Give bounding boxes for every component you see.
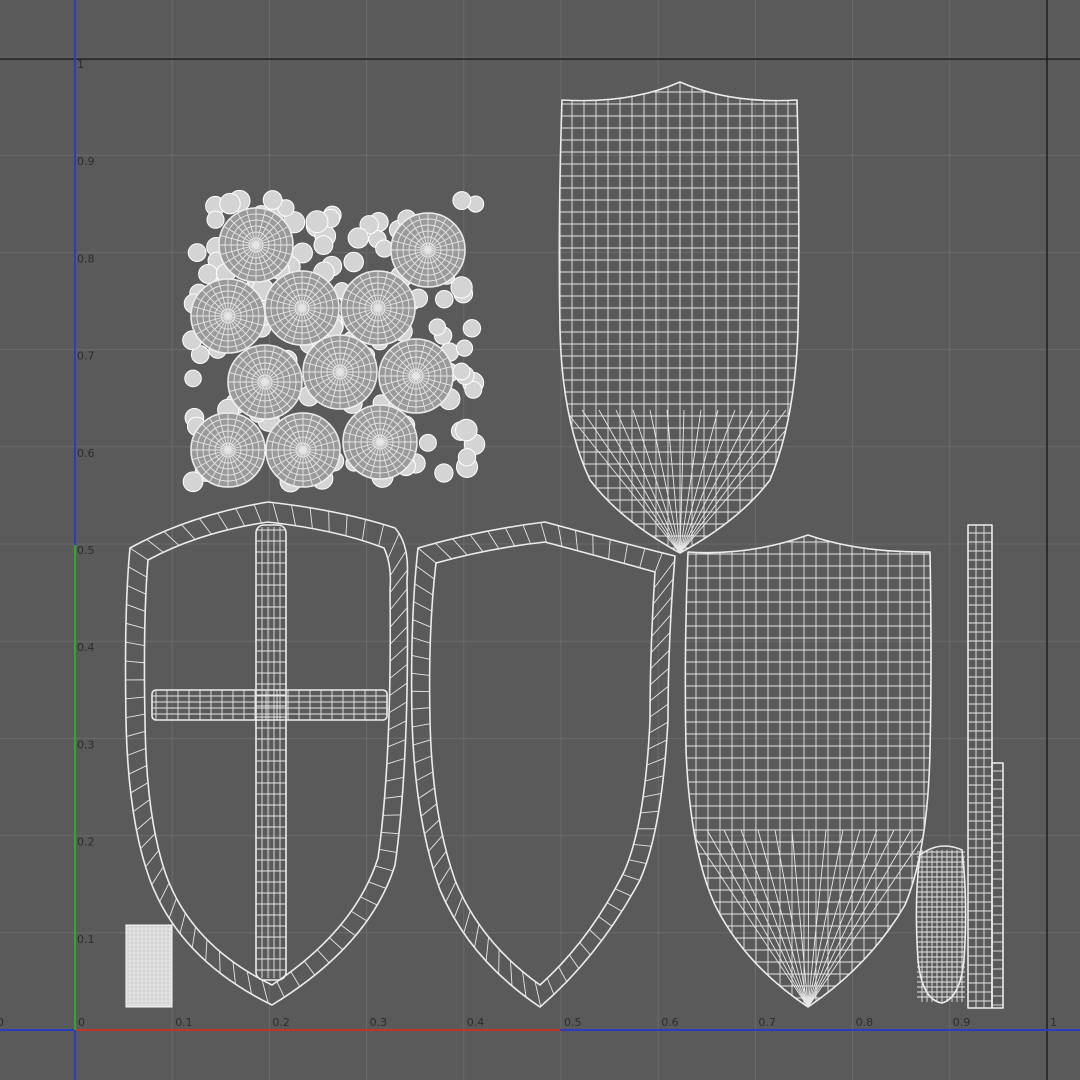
u-tick-label: 0.9 <box>953 1016 971 1029</box>
handle-grid <box>917 850 965 1002</box>
u-tick-label: 1 <box>1050 1016 1057 1029</box>
small-rivet <box>375 239 394 258</box>
u-tick-label: 0.3 <box>370 1016 388 1029</box>
u-tick-label: 0.7 <box>758 1016 776 1029</box>
u-tick-label: 0.5 <box>564 1016 582 1029</box>
small-rivet <box>418 433 437 452</box>
u-tick-label: 0.4 <box>467 1016 485 1029</box>
small-rivet <box>455 339 474 357</box>
large-rivet <box>342 404 418 480</box>
uv-island-shield-back-top[interactable] <box>558 80 803 555</box>
shield-back-bottom-grid <box>685 535 931 1007</box>
uv-islands[interactable] <box>124 80 1004 1010</box>
small-rivet <box>184 369 202 388</box>
uv-boundary-lines <box>0 0 1080 1080</box>
u-tick-label: 0 <box>78 1016 85 1029</box>
small-rivet <box>450 276 473 299</box>
large-rivet <box>302 334 378 410</box>
small-rivet <box>457 448 477 467</box>
u-tick-label: 0.1 <box>175 1016 193 1029</box>
strap-outline <box>967 524 993 1009</box>
v-tick-label: 0.7 <box>77 350 95 363</box>
small-rivet <box>455 418 478 442</box>
v-tick-label: 0.9 <box>77 155 95 168</box>
uv-island-shield-back-bottom[interactable] <box>684 530 934 1010</box>
uv-grid <box>0 0 1080 1080</box>
large-rivet <box>390 212 466 288</box>
v-tick-label: 1 <box>77 58 84 71</box>
small-rivet <box>452 362 471 381</box>
small-rivet <box>187 243 207 262</box>
strap-grid <box>968 525 1003 1008</box>
small-rivet <box>428 318 447 336</box>
large-rivet <box>265 412 341 488</box>
strap-lower-outline <box>991 762 1004 1009</box>
large-rivet <box>227 344 303 420</box>
uv-axes <box>0 0 1080 1080</box>
v-tick-label: 0.2 <box>77 836 95 849</box>
small-rivet <box>262 190 283 210</box>
u-tick-label: 0.6 <box>661 1016 679 1029</box>
v-tick-label: 0.3 <box>77 738 95 751</box>
large-rivet <box>190 278 266 354</box>
v-tick-label: 0.1 <box>77 933 95 946</box>
handle-outline <box>915 845 967 1004</box>
large-rivet <box>218 207 294 283</box>
small-rivet <box>198 263 219 284</box>
u-tick-label: 0.2 <box>272 1016 290 1029</box>
uv-canvas[interactable]: 0 0.1 0.2 0.3 0.4 0.5 0.6 0.7 0.8 0.9 1 0 0.1 0.2 0.3 0… <box>0 0 1080 1080</box>
small-rivet <box>347 227 369 249</box>
v-tick-label: 0.6 <box>77 447 95 460</box>
small-rivet <box>313 235 334 256</box>
uv-island-strap-vertical[interactable] <box>967 524 1004 1009</box>
u-tick-label: 0.8 <box>856 1016 874 1029</box>
small-rivet <box>206 210 225 229</box>
shield-back-top-outline <box>558 81 800 554</box>
uv-island-shield-rim[interactable] <box>410 521 676 1008</box>
small-rivet <box>305 210 329 234</box>
uv-editor-viewport[interactable]: 0 0.1 0.2 0.3 0.4 0.5 0.6 0.7 0.8 0.9 1 0 0.1 0.2 0.3 0… <box>0 0 1080 1080</box>
v-tick-label: 0.4 <box>77 641 95 654</box>
u-tick-label-edge: 0 <box>0 1016 4 1029</box>
small-rivet <box>462 319 482 338</box>
shield-front-inner-outline <box>143 521 392 986</box>
uv-island-small-block[interactable] <box>125 924 173 1008</box>
shield-rim-segments <box>411 522 675 1007</box>
shield-rim-outer-outline <box>410 521 676 1008</box>
small-rivet <box>219 192 241 215</box>
v-tick-label: 0.8 <box>77 252 95 265</box>
large-rivet <box>264 270 340 346</box>
small-rivet <box>435 289 454 309</box>
large-rivet <box>378 338 454 414</box>
small-rivet <box>343 251 364 273</box>
large-rivet <box>190 412 266 488</box>
v-tick-label: 0.5 <box>77 544 95 557</box>
shield-front-cross-vertical <box>255 524 287 981</box>
small-rivet <box>452 191 472 210</box>
uv-island-handle-piece[interactable] <box>915 845 967 1004</box>
small-rivet <box>434 463 454 483</box>
large-rivet <box>340 270 416 346</box>
